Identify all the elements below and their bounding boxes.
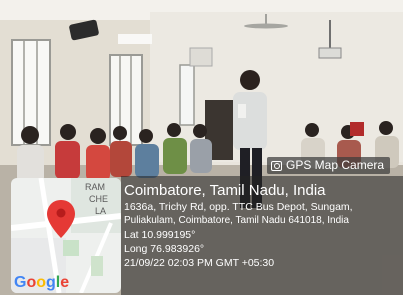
gps-stamp-overlay: GPS Map Camera RAM CHE LA Google Coimbat…: [0, 0, 403, 295]
map-label-fragment-1: RAM: [85, 182, 105, 192]
google-logo: Google: [14, 274, 69, 291]
gps-map-camera-badge: GPS Map Camera: [267, 157, 391, 174]
datetime: 21/09/22 02:03 PM GMT +05:30: [124, 257, 275, 269]
gps-badge-label: GPS Map Camera: [286, 158, 385, 172]
address-line-2: Puliakulam, Coimbatore, Tamil Nadu 64101…: [124, 215, 349, 226]
location-text-block: Coimbatore, Tamil Nadu, India 1636a, Tri…: [124, 181, 353, 270]
map-label-fragment-3: LA: [95, 206, 106, 216]
map-thumbnail: RAM CHE LA Google: [11, 178, 121, 293]
location-title: Coimbatore, Tamil Nadu, India: [124, 182, 326, 199]
svg-text:Google: Google: [14, 274, 69, 291]
longitude: Long 76.983926°: [124, 243, 205, 255]
camera-icon: [271, 160, 282, 171]
address-line-1: 1636a, Trichy Rd, opp. TTC Bus Depot, Su…: [124, 201, 353, 213]
latitude: Lat 10.999195°: [124, 229, 196, 241]
map-label-fragment-2: CHE: [89, 194, 108, 204]
